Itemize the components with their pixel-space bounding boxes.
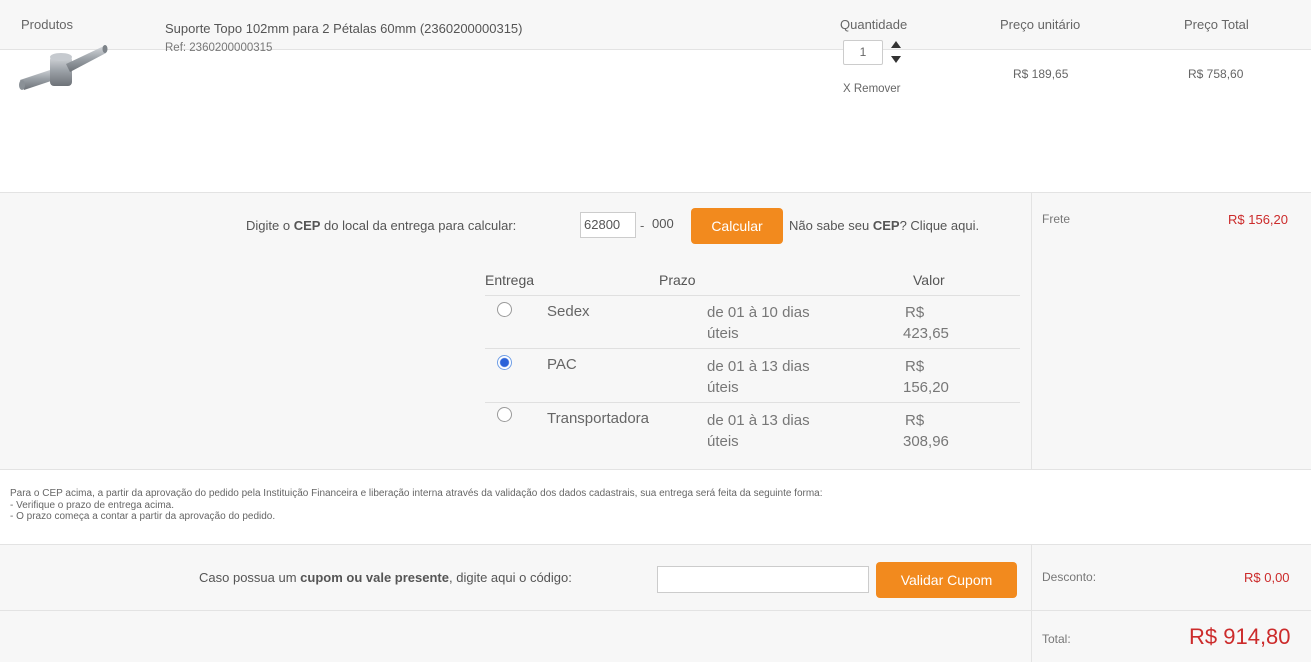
freight-value: R$ 156,20: [1228, 212, 1288, 227]
total-row-spacer: [0, 611, 1031, 662]
product-row: [0, 50, 1311, 193]
cep-help-text-end: ? Clique aqui.: [899, 218, 980, 233]
info-line: Para o CEP acima, a partir da aprovação …: [10, 488, 823, 499]
radio-sedex[interactable]: [497, 302, 512, 317]
unit-price: R$ 189,65: [1013, 67, 1069, 81]
row-divider: [485, 402, 1020, 403]
row-divider: [485, 295, 1020, 296]
shipping-option-value: R$ 308,96: [903, 410, 949, 452]
term-line: úteis: [707, 379, 739, 396]
cep-prompt-bold: CEP: [293, 218, 321, 233]
value-line: R$: [905, 358, 925, 375]
shipping-option-term: de 01 à 13 dias úteis: [707, 356, 810, 398]
coupon-prompt-text: Caso possua um: [199, 570, 301, 585]
coupon-input[interactable]: [657, 566, 869, 593]
cep-input-suffix[interactable]: 000: [648, 212, 684, 238]
remove-link[interactable]: X Remover: [843, 83, 901, 95]
shipping-option-term: de 01 à 10 dias úteis: [707, 302, 810, 344]
discount-value: R$ 0,00: [1244, 570, 1290, 585]
header-unit-price: Preço unitário: [1000, 17, 1081, 32]
info-line: - O prazo começa a contar a partir da ap…: [10, 511, 276, 522]
delivery-info: Para o CEP acima, a partir da aprovação …: [0, 470, 1311, 545]
value-line: 423,65: [903, 325, 949, 342]
radio-pac[interactable]: [497, 355, 512, 370]
calculate-button[interactable]: Calcular: [691, 208, 783, 244]
cep-prompt-text-end: do local da entrega para calcular:: [320, 218, 517, 233]
cep-help-text: Não sabe seu: [789, 218, 873, 233]
shipping-option-value: R$ 156,20: [903, 356, 949, 398]
column-value: Valor: [913, 272, 945, 288]
cep-prompt-text: Digite o: [246, 218, 294, 233]
validate-coupon-button[interactable]: Validar Cupom: [876, 562, 1017, 598]
quantity-down-arrow-icon[interactable]: [891, 56, 901, 63]
value-line: 156,20: [903, 379, 949, 396]
freight-summary-panel: [1031, 193, 1311, 470]
term-line: úteis: [707, 325, 739, 342]
shipping-option-name: Sedex: [547, 303, 590, 320]
freight-label: Frete: [1042, 212, 1071, 226]
product-image: [19, 45, 108, 90]
total-price: R$ 758,60: [1188, 67, 1244, 81]
discount-label: Desconto:: [1042, 570, 1097, 584]
cep-dash: -: [640, 218, 645, 233]
column-term: Prazo: [659, 272, 696, 288]
product-ref: Ref: 2360200000315: [165, 42, 273, 54]
shipping-option-term: de 01 à 13 dias úteis: [707, 410, 810, 452]
quantity-up-arrow-icon[interactable]: [891, 41, 901, 48]
row-divider: [485, 348, 1020, 349]
header-products: Produtos: [21, 17, 74, 32]
value-line: 308,96: [903, 433, 949, 450]
cep-prompt: Digite o CEP do local da entrega para ca…: [246, 218, 516, 233]
total-value: R$ 914,80: [1189, 624, 1291, 649]
term-line: úteis: [707, 433, 739, 450]
cep-help-bold: CEP: [872, 218, 900, 233]
cep-input-prefix[interactable]: 62800: [580, 212, 636, 238]
cep-help-link[interactable]: Não sabe seu CEP? Clique aqui.: [789, 218, 979, 233]
shipping-calculator-panel: [0, 193, 1031, 470]
total-label: Total:: [1042, 632, 1071, 646]
shipping-option-value: R$ 423,65: [903, 302, 949, 344]
quantity-input[interactable]: 1: [843, 40, 883, 65]
column-delivery: Entrega: [485, 272, 535, 288]
radio-transportadora[interactable]: [497, 407, 512, 422]
info-line: - Verifique o prazo de entrega acima.: [10, 500, 174, 511]
term-line: de 01 à 10 dias: [707, 304, 810, 321]
coupon-prompt: Caso possua um cupom ou vale presente, d…: [199, 570, 572, 585]
header-total-price: Preço Total: [1184, 17, 1249, 32]
shipping-option-name: PAC: [547, 356, 577, 373]
value-line: R$: [905, 304, 925, 321]
product-name[interactable]: Suporte Topo 102mm para 2 Pétalas 60mm (…: [165, 21, 523, 36]
term-line: de 01 à 13 dias: [707, 412, 810, 429]
header-quantity: Quantidade: [840, 17, 908, 32]
shipping-option-name: Transportadora: [547, 410, 649, 427]
coupon-prompt-text-end: , digite aqui o código:: [449, 570, 572, 585]
coupon-prompt-bold: cupom ou vale presente: [300, 570, 449, 585]
term-line: de 01 à 13 dias: [707, 358, 810, 375]
value-line: R$: [905, 412, 925, 429]
